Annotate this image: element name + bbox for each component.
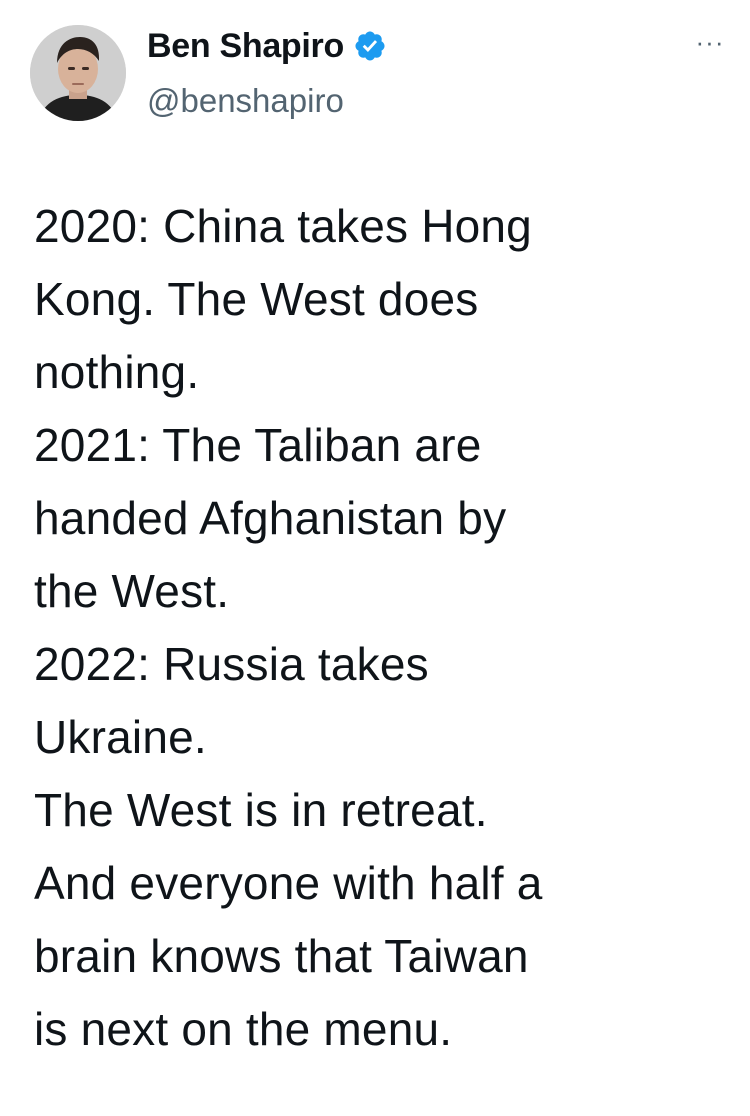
avatar-image	[30, 25, 126, 121]
tweet-line: brain knows that Taiwan	[34, 930, 529, 982]
tweet-line: And everyone with half a	[34, 857, 543, 909]
author-display-name[interactable]: Ben Shapiro	[147, 26, 344, 66]
tweet-text: 2020: China takes Hong Kong. The West do…	[34, 190, 724, 1066]
author-handle[interactable]: @benshapiro	[147, 81, 344, 121]
tweet-line: 2021: The Taliban are	[34, 419, 482, 471]
tweet-line: Ukraine.	[34, 711, 207, 763]
tweet-header: Ben Shapiro @benshapiro ···	[0, 0, 750, 150]
verified-badge-icon	[353, 29, 387, 63]
tweet-line: 2022: Russia takes	[34, 638, 429, 690]
tweet-line: Kong. The West does	[34, 273, 479, 325]
tweet-line: is next on the menu.	[34, 1003, 453, 1055]
tweet-line: The West is in retreat.	[34, 784, 488, 836]
tweet-line: nothing.	[34, 346, 200, 398]
avatar[interactable]	[30, 25, 126, 121]
more-horizontal-icon[interactable]: ···	[692, 29, 728, 55]
tweet-line: the West.	[34, 565, 230, 617]
tweet-line: 2020: China takes Hong	[34, 200, 532, 252]
author-name-row: Ben Shapiro	[147, 26, 387, 66]
tweet-line: handed Afghanistan by	[34, 492, 507, 544]
